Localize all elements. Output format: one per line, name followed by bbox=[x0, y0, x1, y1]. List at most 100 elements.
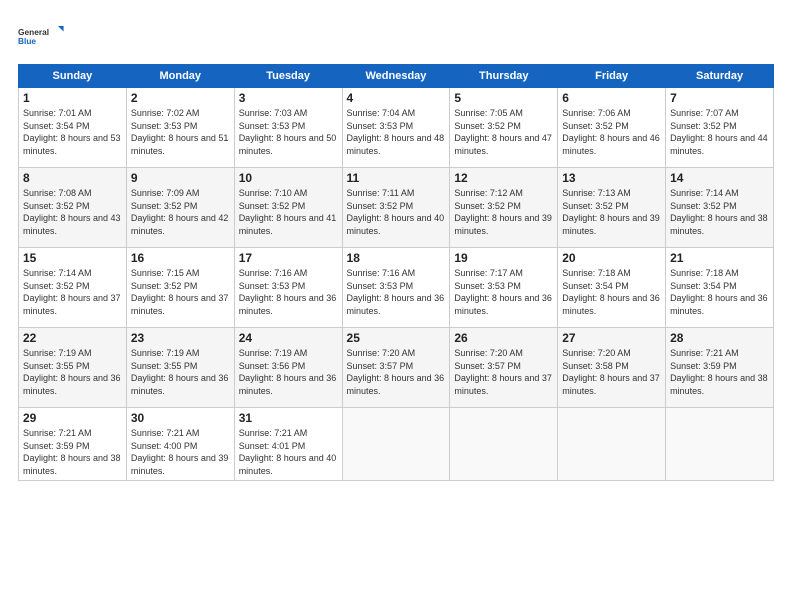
daylight-text: Daylight: 8 hours and 40 minutes. bbox=[347, 213, 445, 236]
day-info: Sunrise: 7:16 AM Sunset: 3:53 PM Dayligh… bbox=[239, 267, 338, 317]
day-number: 19 bbox=[454, 251, 553, 265]
daylight-text: Daylight: 8 hours and 50 minutes. bbox=[239, 133, 337, 156]
daylight-text: Daylight: 8 hours and 36 minutes. bbox=[131, 373, 229, 396]
sunset-text: Sunset: 3:52 PM bbox=[454, 201, 521, 211]
day-info: Sunrise: 7:21 AM Sunset: 3:59 PM Dayligh… bbox=[670, 347, 769, 397]
calendar-cell: 13 Sunrise: 7:13 AM Sunset: 3:52 PM Dayl… bbox=[558, 168, 666, 248]
sunset-text: Sunset: 3:52 PM bbox=[670, 201, 737, 211]
daylight-text: Daylight: 8 hours and 39 minutes. bbox=[562, 213, 660, 236]
day-number: 11 bbox=[347, 171, 446, 185]
sunset-text: Sunset: 3:59 PM bbox=[23, 441, 90, 451]
sunrise-text: Sunrise: 7:06 AM bbox=[562, 108, 631, 118]
daylight-text: Daylight: 8 hours and 51 minutes. bbox=[131, 133, 229, 156]
header: General Blue bbox=[18, 18, 774, 54]
day-number: 30 bbox=[131, 411, 230, 425]
day-info: Sunrise: 7:21 AM Sunset: 3:59 PM Dayligh… bbox=[23, 427, 122, 477]
sunrise-text: Sunrise: 7:17 AM bbox=[454, 268, 523, 278]
calendar-cell: 24 Sunrise: 7:19 AM Sunset: 3:56 PM Dayl… bbox=[234, 328, 342, 408]
sunset-text: Sunset: 3:53 PM bbox=[239, 121, 306, 131]
day-number: 14 bbox=[670, 171, 769, 185]
day-number: 4 bbox=[347, 91, 446, 105]
daylight-text: Daylight: 8 hours and 36 minutes. bbox=[23, 373, 121, 396]
sunrise-text: Sunrise: 7:16 AM bbox=[347, 268, 416, 278]
sunrise-text: Sunrise: 7:04 AM bbox=[347, 108, 416, 118]
sunrise-text: Sunrise: 7:18 AM bbox=[562, 268, 631, 278]
calendar-cell: 14 Sunrise: 7:14 AM Sunset: 3:52 PM Dayl… bbox=[666, 168, 774, 248]
sunrise-text: Sunrise: 7:20 AM bbox=[562, 348, 631, 358]
day-info: Sunrise: 7:20 AM Sunset: 3:57 PM Dayligh… bbox=[347, 347, 446, 397]
day-info: Sunrise: 7:10 AM Sunset: 3:52 PM Dayligh… bbox=[239, 187, 338, 237]
calendar-cell bbox=[558, 408, 666, 481]
sunset-text: Sunset: 4:01 PM bbox=[239, 441, 306, 451]
day-number: 5 bbox=[454, 91, 553, 105]
sunset-text: Sunset: 3:52 PM bbox=[131, 201, 198, 211]
day-number: 31 bbox=[239, 411, 338, 425]
calendar-cell: 22 Sunrise: 7:19 AM Sunset: 3:55 PM Dayl… bbox=[19, 328, 127, 408]
day-info: Sunrise: 7:03 AM Sunset: 3:53 PM Dayligh… bbox=[239, 107, 338, 157]
day-info: Sunrise: 7:11 AM Sunset: 3:52 PM Dayligh… bbox=[347, 187, 446, 237]
daylight-text: Daylight: 8 hours and 42 minutes. bbox=[131, 213, 229, 236]
daylight-text: Daylight: 8 hours and 36 minutes. bbox=[670, 293, 768, 316]
day-info: Sunrise: 7:09 AM Sunset: 3:52 PM Dayligh… bbox=[131, 187, 230, 237]
day-info: Sunrise: 7:15 AM Sunset: 3:52 PM Dayligh… bbox=[131, 267, 230, 317]
day-number: 3 bbox=[239, 91, 338, 105]
calendar-cell: 6 Sunrise: 7:06 AM Sunset: 3:52 PM Dayli… bbox=[558, 88, 666, 168]
day-number: 7 bbox=[670, 91, 769, 105]
sunset-text: Sunset: 3:52 PM bbox=[23, 201, 90, 211]
calendar-cell: 31 Sunrise: 7:21 AM Sunset: 4:01 PM Dayl… bbox=[234, 408, 342, 481]
sunset-text: Sunset: 3:52 PM bbox=[239, 201, 306, 211]
day-number: 1 bbox=[23, 91, 122, 105]
day-info: Sunrise: 7:08 AM Sunset: 3:52 PM Dayligh… bbox=[23, 187, 122, 237]
calendar-cell: 17 Sunrise: 7:16 AM Sunset: 3:53 PM Dayl… bbox=[234, 248, 342, 328]
calendar-cell: 4 Sunrise: 7:04 AM Sunset: 3:53 PM Dayli… bbox=[342, 88, 450, 168]
page: General Blue SundayMondayTuesdayWednesda… bbox=[0, 0, 792, 612]
sunset-text: Sunset: 3:55 PM bbox=[131, 361, 198, 371]
calendar-cell: 16 Sunrise: 7:15 AM Sunset: 3:52 PM Dayl… bbox=[126, 248, 234, 328]
calendar-cell: 1 Sunrise: 7:01 AM Sunset: 3:54 PM Dayli… bbox=[19, 88, 127, 168]
calendar-cell: 5 Sunrise: 7:05 AM Sunset: 3:52 PM Dayli… bbox=[450, 88, 558, 168]
day-number: 6 bbox=[562, 91, 661, 105]
day-info: Sunrise: 7:19 AM Sunset: 3:56 PM Dayligh… bbox=[239, 347, 338, 397]
day-info: Sunrise: 7:14 AM Sunset: 3:52 PM Dayligh… bbox=[670, 187, 769, 237]
day-number: 24 bbox=[239, 331, 338, 345]
day-number: 2 bbox=[131, 91, 230, 105]
sunrise-text: Sunrise: 7:19 AM bbox=[131, 348, 200, 358]
calendar-cell: 28 Sunrise: 7:21 AM Sunset: 3:59 PM Dayl… bbox=[666, 328, 774, 408]
calendar-cell bbox=[450, 408, 558, 481]
daylight-text: Daylight: 8 hours and 37 minutes. bbox=[454, 373, 552, 396]
calendar-cell bbox=[342, 408, 450, 481]
day-number: 28 bbox=[670, 331, 769, 345]
day-number: 13 bbox=[562, 171, 661, 185]
svg-text:Blue: Blue bbox=[18, 36, 36, 46]
sunrise-text: Sunrise: 7:01 AM bbox=[23, 108, 92, 118]
sunset-text: Sunset: 3:53 PM bbox=[347, 281, 414, 291]
day-number: 25 bbox=[347, 331, 446, 345]
daylight-text: Daylight: 8 hours and 36 minutes. bbox=[239, 293, 337, 316]
sunset-text: Sunset: 3:52 PM bbox=[562, 201, 629, 211]
day-info: Sunrise: 7:12 AM Sunset: 3:52 PM Dayligh… bbox=[454, 187, 553, 237]
sunrise-text: Sunrise: 7:19 AM bbox=[23, 348, 92, 358]
sunset-text: Sunset: 3:52 PM bbox=[454, 121, 521, 131]
sunrise-text: Sunrise: 7:09 AM bbox=[131, 188, 200, 198]
sunset-text: Sunset: 3:55 PM bbox=[23, 361, 90, 371]
calendar-cell: 7 Sunrise: 7:07 AM Sunset: 3:52 PM Dayli… bbox=[666, 88, 774, 168]
day-number: 23 bbox=[131, 331, 230, 345]
sunset-text: Sunset: 3:53 PM bbox=[239, 281, 306, 291]
daylight-text: Daylight: 8 hours and 44 minutes. bbox=[670, 133, 768, 156]
sunset-text: Sunset: 3:53 PM bbox=[347, 121, 414, 131]
calendar-cell: 11 Sunrise: 7:11 AM Sunset: 3:52 PM Dayl… bbox=[342, 168, 450, 248]
sunset-text: Sunset: 3:52 PM bbox=[562, 121, 629, 131]
logo: General Blue bbox=[18, 18, 68, 54]
day-info: Sunrise: 7:18 AM Sunset: 3:54 PM Dayligh… bbox=[562, 267, 661, 317]
calendar-cell: 20 Sunrise: 7:18 AM Sunset: 3:54 PM Dayl… bbox=[558, 248, 666, 328]
daylight-text: Daylight: 8 hours and 43 minutes. bbox=[23, 213, 121, 236]
daylight-text: Daylight: 8 hours and 38 minutes. bbox=[670, 213, 768, 236]
sunset-text: Sunset: 3:53 PM bbox=[131, 121, 198, 131]
calendar-cell: 2 Sunrise: 7:02 AM Sunset: 3:53 PM Dayli… bbox=[126, 88, 234, 168]
sunset-text: Sunset: 3:52 PM bbox=[347, 201, 414, 211]
day-number: 10 bbox=[239, 171, 338, 185]
daylight-text: Daylight: 8 hours and 53 minutes. bbox=[23, 133, 121, 156]
day-number: 20 bbox=[562, 251, 661, 265]
day-number: 26 bbox=[454, 331, 553, 345]
day-info: Sunrise: 7:13 AM Sunset: 3:52 PM Dayligh… bbox=[562, 187, 661, 237]
